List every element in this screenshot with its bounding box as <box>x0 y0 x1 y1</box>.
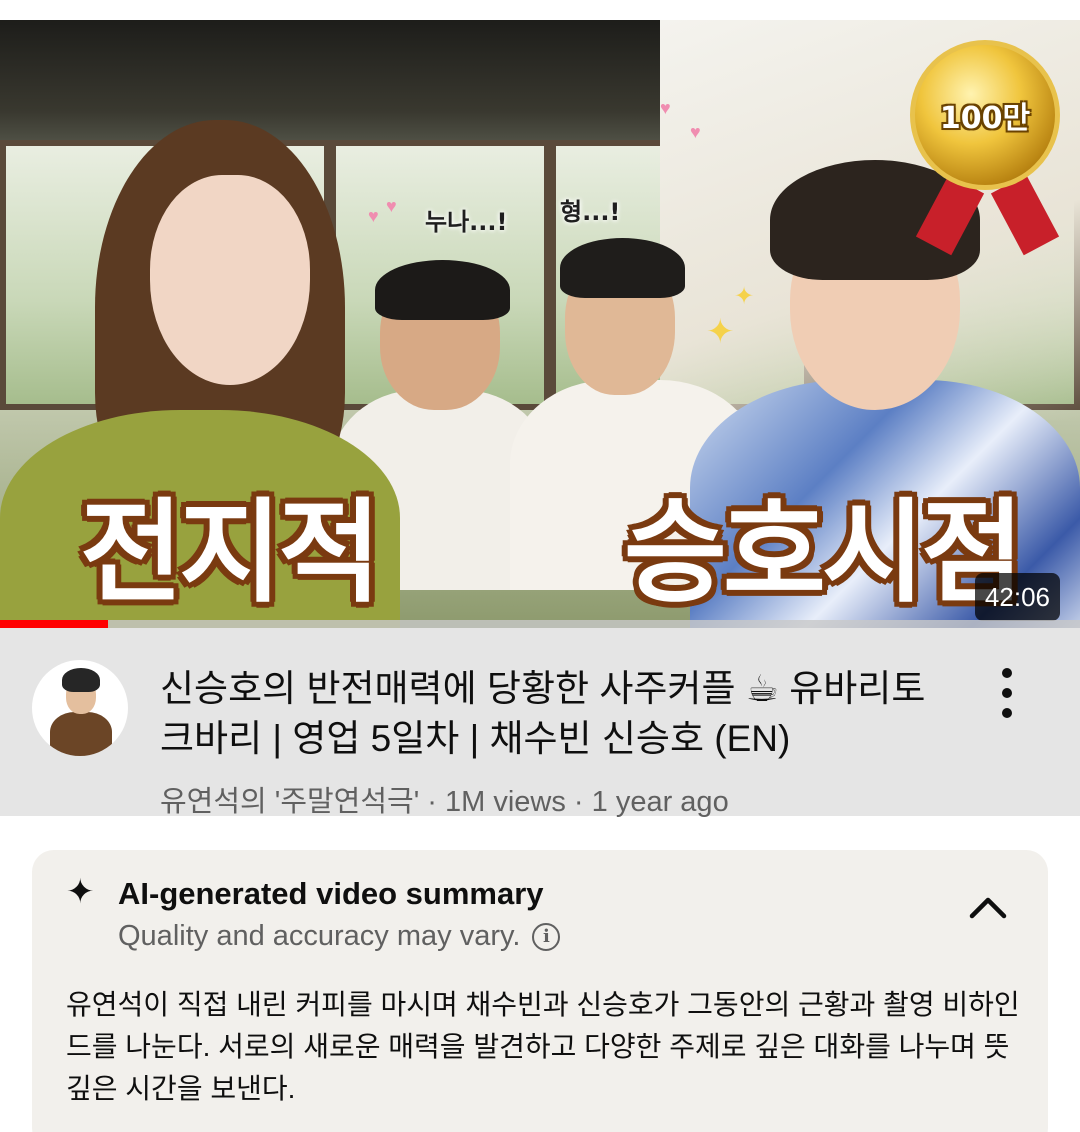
ai-summary-card: ✦ AI-generated video summary Quality and… <box>32 850 1048 1132</box>
summary-subtitle-row: Quality and accuracy may vary. i <box>118 920 561 953</box>
speech-text: 누나...! <box>425 208 508 236</box>
summary-title: AI-generated video summary <box>118 876 544 911</box>
sparkle-decoration-icon: ✦ <box>706 313 735 351</box>
more-options-icon[interactable] <box>990 668 1024 718</box>
heart-icon: ♥ <box>368 206 379 226</box>
overlay-title-word: 전지적 <box>80 488 381 618</box>
watch-progress-fill <box>0 620 108 628</box>
avatar-shape <box>62 668 100 692</box>
summary-body: 유연석이 직접 내린 커피를 마시며 채수빈과 신승호가 그동안의 근황과 촬영… <box>66 989 1020 1104</box>
person-shape <box>375 260 510 320</box>
video-page: ♥ ♥ ♥ ♥ ✦ ✦ 누나...! 형...! 100만 전지적 승호시점 4… <box>0 0 1080 1132</box>
milestone-medal-icon: 100만 <box>910 40 1060 190</box>
video-info-row[interactable]: 신승호의 반전매력에 당황한 사주커플 ☕ 유바리토크바리 | 영업 5일차 |… <box>0 628 1080 818</box>
channel-avatar[interactable] <box>32 660 128 756</box>
watch-progress-bar <box>0 620 1080 628</box>
video-duration-badge: 42:06 <box>974 573 1060 621</box>
dot <box>1002 668 1012 678</box>
sparkle-icon: ✦ <box>66 873 95 911</box>
video-title[interactable]: 신승호의 반전매력에 당황한 사주커플 ☕ 유바리토크바리 | 영업 5일차 |… <box>160 664 950 764</box>
speech-text: 형...! <box>560 198 621 226</box>
person-shape <box>560 238 685 298</box>
thumbnail-overlay-title: 전지적 승호시점 <box>80 478 1024 618</box>
dot <box>1002 708 1012 718</box>
summary-subtitle: Quality and accuracy may vary. <box>118 920 521 952</box>
person-shape <box>150 175 310 385</box>
avatar-shape <box>50 712 112 756</box>
overlay-title-word: 승호시점 <box>623 488 1024 618</box>
heart-icon: ♥ <box>386 196 397 216</box>
video-thumbnail[interactable]: ♥ ♥ ♥ ♥ ✦ ✦ 누나...! 형...! 100만 전지적 승호시점 4… <box>0 20 1080 628</box>
chevron-up-icon[interactable] <box>968 888 1008 928</box>
sparkle-decoration-icon: ✦ <box>734 283 755 310</box>
info-icon[interactable]: i <box>532 922 561 951</box>
heart-icon: ♥ <box>690 122 701 142</box>
video-meta: 유연석의 '주말연석극' · 1M views · 1 year ago <box>160 786 729 818</box>
heart-icon: ♥ <box>660 98 671 118</box>
dot <box>1002 688 1012 698</box>
medal-text: 100만 <box>939 101 1031 136</box>
